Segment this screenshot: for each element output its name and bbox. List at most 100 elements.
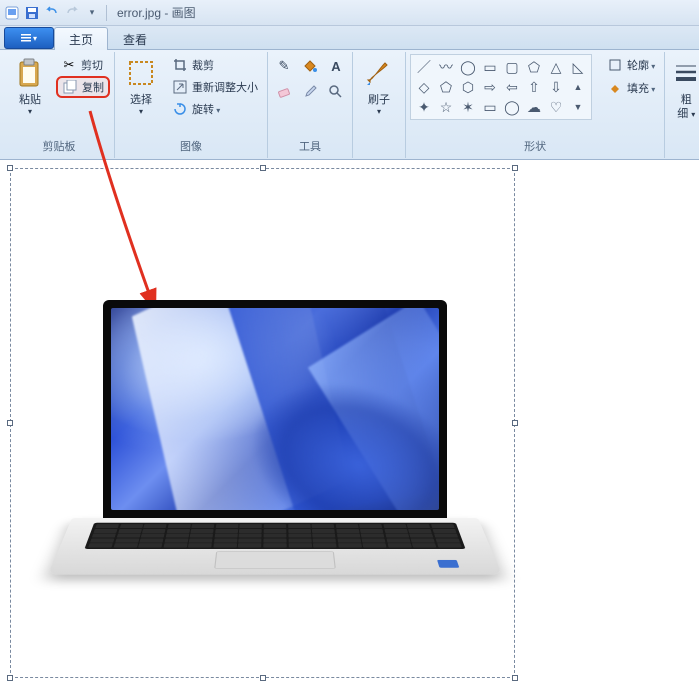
shape-arrow-r[interactable]: ⇨: [479, 77, 501, 97]
group-clipboard: 粘贴 ▾ ✂ 剪切 复制 剪贴板: [4, 52, 115, 158]
thickness-label2: 细: [677, 108, 688, 120]
thickness-icon: [670, 57, 699, 89]
shape-heart[interactable]: ♡: [545, 97, 567, 117]
shape-diamond[interactable]: ◇: [413, 77, 435, 97]
shape-scroll-dn[interactable]: ▼: [567, 97, 589, 117]
selection-handle[interactable]: [512, 420, 518, 426]
rotate-icon: [172, 101, 188, 117]
rotate-button[interactable]: 旋转: [167, 98, 263, 120]
shape-5star[interactable]: ☆: [435, 97, 457, 117]
group-clipboard-label: 剪贴板: [8, 136, 110, 158]
shape-4star[interactable]: ✦: [413, 97, 435, 117]
shape-arrow-u[interactable]: ⇧: [523, 77, 545, 97]
selection-handle[interactable]: [260, 675, 266, 681]
shape-arrow-l[interactable]: ⇦: [501, 77, 523, 97]
app-icon: [4, 5, 20, 21]
paste-button[interactable]: 粘贴 ▾: [8, 54, 52, 119]
shape-callout-oval[interactable]: ◯: [501, 97, 523, 117]
crop-icon: [172, 57, 188, 73]
eraser-tool[interactable]: [272, 80, 296, 104]
canvas[interactable]: [10, 168, 515, 678]
shape-rtriangle[interactable]: ◺: [567, 57, 589, 77]
shape-outline-button[interactable]: 轮廓: [602, 54, 660, 76]
shape-callout-rect[interactable]: ▭: [479, 97, 501, 117]
text-tool[interactable]: A: [324, 54, 348, 78]
tab-view-label: 查看: [123, 31, 147, 48]
group-thickness-label: [669, 140, 699, 158]
group-image: 选择 ▾ 裁剪 重新调整大小: [115, 52, 268, 158]
group-tools-label: 工具: [272, 136, 348, 158]
ribbon: 粘贴 ▾ ✂ 剪切 复制 剪贴板: [0, 50, 699, 160]
shape-pentagon[interactable]: ⬠: [435, 77, 457, 97]
resize-icon: [172, 79, 188, 95]
paste-label: 粘贴: [19, 91, 41, 107]
crop-button[interactable]: 裁剪: [167, 54, 263, 76]
shape-scroll-up[interactable]: ▲: [567, 77, 589, 97]
undo-icon[interactable]: [44, 5, 60, 21]
tab-home[interactable]: 主页: [54, 27, 108, 50]
selection-handle[interactable]: [7, 675, 13, 681]
shape-rect[interactable]: ▭: [479, 57, 501, 77]
cut-label: 剪切: [81, 57, 103, 73]
laptop-keyboard: [84, 523, 465, 549]
shape-curve[interactable]: 〰: [435, 57, 457, 77]
quick-access-toolbar: ▾: [4, 5, 100, 21]
tab-view[interactable]: 查看: [108, 27, 162, 50]
brush-button[interactable]: 刷子 ▾: [357, 54, 401, 119]
resize-button[interactable]: 重新调整大小: [167, 76, 263, 98]
save-icon[interactable]: [24, 5, 40, 21]
copy-label: 复制: [82, 79, 104, 95]
shape-hexagon[interactable]: ⬡: [457, 77, 479, 97]
selection-handle[interactable]: [7, 420, 13, 426]
selection-handle[interactable]: [512, 165, 518, 171]
shape-callout-cloud[interactable]: ☁: [523, 97, 545, 117]
resize-label: 重新调整大小: [192, 79, 258, 95]
shape-triangle[interactable]: △: [545, 57, 567, 77]
copy-button[interactable]: 复制: [56, 76, 110, 98]
group-shapes: ／ 〰 ◯ ▭ ▢ ⬠ △ ◺ ◇ ⬠ ⬡ ⇨ ⇦ ⇧ ⇩ ▲ ✦ ☆ ✶ ▭: [406, 52, 665, 158]
fill-icon: [607, 80, 623, 96]
magnifier-tool[interactable]: [324, 80, 348, 104]
scissors-icon: ✂: [61, 57, 77, 73]
outline-label: 轮廓: [627, 57, 655, 73]
selection-handle[interactable]: [512, 675, 518, 681]
shape-polygon[interactable]: ⬠: [523, 57, 545, 77]
selection-handle[interactable]: [7, 165, 13, 171]
title-bar: ▾ error.jpg - 画图: [0, 0, 699, 26]
shape-arrow-d[interactable]: ⇩: [545, 77, 567, 97]
menu-icon: [21, 33, 31, 43]
canvas-image-laptop: [72, 300, 478, 626]
shape-roundrect[interactable]: ▢: [501, 57, 523, 77]
rotate-label: 旋转: [192, 101, 220, 117]
shape-oval[interactable]: ◯: [457, 57, 479, 77]
window-title: error.jpg - 画图: [117, 4, 196, 21]
eyedropper-tool[interactable]: [298, 80, 322, 104]
select-button[interactable]: 选择 ▾: [119, 54, 163, 119]
brush-icon: [363, 57, 395, 89]
tab-home-label: 主页: [69, 31, 93, 48]
file-menu-button[interactable]: ▾: [4, 27, 54, 49]
redo-icon[interactable]: [64, 5, 80, 21]
shape-line[interactable]: ／: [413, 57, 435, 77]
brush-label: 刷子: [368, 91, 390, 107]
thickness-button[interactable]: 粗 细 ▾: [669, 54, 699, 124]
shape-6star[interactable]: ✶: [457, 97, 479, 117]
fill-label: 填充: [627, 80, 655, 96]
bucket-tool[interactable]: [298, 54, 322, 78]
shapes-gallery[interactable]: ／ 〰 ◯ ▭ ▢ ⬠ △ ◺ ◇ ⬠ ⬡ ⇨ ⇦ ⇧ ⇩ ▲ ✦ ☆ ✶ ▭: [410, 54, 592, 120]
group-tools: ✎ A 工具: [268, 52, 353, 158]
laptop-trackpad: [214, 551, 336, 569]
cut-button[interactable]: ✂ 剪切: [56, 54, 110, 76]
shape-fill-button[interactable]: 填充: [602, 77, 660, 99]
laptop-sticker: [437, 560, 459, 568]
canvas-area[interactable]: [0, 160, 699, 688]
crop-label: 裁剪: [192, 57, 214, 73]
group-shapes-label: 形状: [410, 136, 660, 158]
ribbon-tabs: ▾ 主页 查看: [0, 26, 699, 50]
pencil-tool[interactable]: ✎: [272, 54, 296, 78]
copy-icon: [62, 79, 78, 95]
group-thickness: 粗 细 ▾: [665, 52, 699, 158]
selection-handle[interactable]: [260, 165, 266, 171]
select-label: 选择: [130, 91, 152, 107]
qat-dropdown-icon[interactable]: ▾: [84, 5, 100, 21]
